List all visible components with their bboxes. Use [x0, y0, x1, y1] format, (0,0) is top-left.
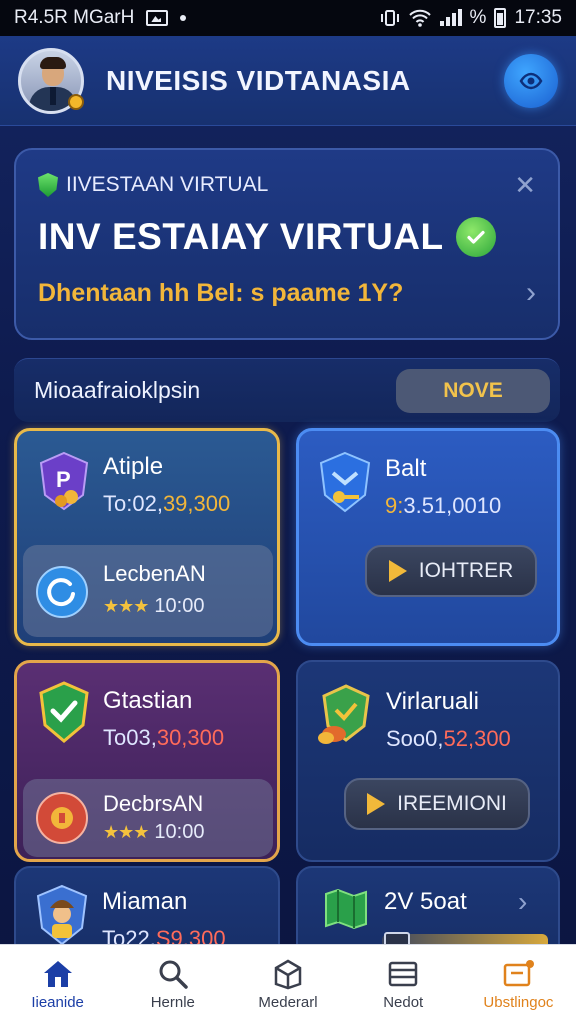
nav-label: Iieanide: [31, 994, 84, 1011]
card-value-prefix: 9:: [385, 493, 404, 518]
play-button[interactable]: IOHTRER: [365, 545, 537, 597]
card-name: Atiple: [103, 453, 164, 480]
card-name: Gtastian: [103, 687, 193, 714]
section-title: Mioaafraioklpsin: [34, 377, 201, 403]
check-icon: [455, 217, 496, 257]
nav-item-package[interactable]: Mederarl: [230, 945, 345, 1024]
shield-icon: [38, 173, 58, 197]
nav-item-home[interactable]: Iieanide: [0, 945, 115, 1024]
card-name: Miaman: [102, 888, 188, 915]
play-button[interactable]: IREEMIONI: [344, 778, 530, 830]
card-value-prefix: To:02,: [103, 491, 163, 516]
card-sub-panel: LecbenAN ★★★ 10:00: [23, 545, 273, 637]
now-button[interactable]: NOVE: [396, 368, 550, 413]
card-value: 3.51,0010: [403, 493, 502, 518]
nav-label: Nedot: [383, 994, 424, 1011]
wallet-icon: [504, 960, 535, 987]
list-icon: [388, 961, 418, 987]
character-icon: [36, 884, 88, 946]
map-icon: [325, 888, 367, 930]
play-button-label: IREEMIONI: [397, 792, 507, 815]
banner-subtitle: Dhentaan hh Bel: s paame 1Y?: [38, 278, 404, 307]
card-value: 30,300: [156, 725, 225, 750]
chevron-right-icon[interactable]: ›: [518, 886, 527, 918]
nav-item-wallet[interactable]: Ubstlingoc: [461, 945, 576, 1024]
refresh-icon: [36, 566, 88, 618]
sub-name: LecbenAN: [103, 561, 206, 586]
app-header: NIVEISIS VIDTANASIA: [0, 36, 576, 126]
play-icon: [388, 560, 407, 582]
dot-icon: [180, 15, 187, 21]
nav-item-search[interactable]: Hernle: [115, 945, 230, 1024]
card-name: Balt: [385, 455, 427, 482]
play-icon: [367, 793, 386, 815]
nav-label: Mederarl: [258, 994, 318, 1011]
card-value-prefix: Soo0,: [386, 726, 444, 751]
nav-item-list[interactable]: Nedot: [346, 945, 461, 1024]
bottom-nav: Iieanide Hernle Mederarl Nedot Ubstlingo…: [0, 944, 576, 1024]
nav-label: Hernle: [150, 994, 195, 1011]
page-title: NIVEISIS VIDTANASIA: [106, 64, 411, 96]
banner-label: IIVESTAAN VIRTUAL: [66, 173, 269, 196]
eye-button[interactable]: [504, 53, 558, 108]
carrier-text: R4.5R MGarH: [14, 7, 135, 28]
card-name: Virlaruali: [386, 688, 479, 715]
section-header: Mioaafraioklpsin NOVE: [14, 358, 560, 422]
shield-check-icon: [39, 681, 89, 743]
percent-icon: %: [469, 7, 487, 28]
close-icon[interactable]: ✕: [514, 172, 536, 198]
sub-value: 10:00: [154, 595, 205, 617]
nav-label: Ubstlingoc: [483, 994, 554, 1011]
card-value: 52,300: [443, 726, 511, 751]
signal-icon: [439, 9, 462, 26]
package-icon: [274, 959, 302, 990]
card-sub-panel: DecbrsAN ★★★ 10:00: [23, 779, 273, 857]
home-icon: [43, 961, 72, 987]
banner-heading: INV ESTAIAY VIRTUAL: [38, 216, 444, 257]
investment-card[interactable]: Virlaruali Soo0,52,300 IREEMIONI: [296, 660, 560, 862]
search-icon: [159, 960, 188, 989]
status-bar: R4.5R MGarH % 17:35: [0, 0, 576, 36]
badge-icon: P: [39, 451, 89, 511]
medal-icon: [36, 792, 88, 844]
card-name: 2V 5oat: [384, 888, 467, 915]
battery-icon: [494, 8, 507, 28]
image-icon: [146, 10, 169, 26]
sub-name: DecbrsAN: [103, 791, 204, 816]
card-value-prefix: To03,: [103, 725, 157, 750]
sub-value: 10:00: [154, 821, 205, 843]
play-button-label: IOHTRER: [418, 559, 514, 582]
investment-card[interactable]: Balt 9:3.51,0010 IOHTRER: [296, 428, 560, 646]
card-value: 39,300: [162, 491, 231, 516]
app-screen: R4.5R MGarH % 17:35 NIVEISIS VIDTANASIA …: [0, 0, 576, 1024]
coin-badge-icon: [68, 94, 84, 110]
promo-banner[interactable]: IIVESTAAN VIRTUAL ✕ INV ESTAIAY VIRTUAL …: [14, 148, 560, 340]
eye-icon: [519, 72, 543, 89]
svg-text:P: P: [56, 467, 71, 492]
rating-stars: ★★★: [103, 596, 149, 616]
investment-card[interactable]: Gtastian To03,30,300 DecbrsAN ★★★ 10:00: [14, 660, 280, 862]
chevron-right-icon[interactable]: ›: [526, 276, 536, 310]
investment-card[interactable]: P Atiple To:02,39,300 LecbenAN ★★★ 10:00: [14, 428, 280, 646]
wifi-icon: [408, 9, 431, 27]
shield-key-icon: [319, 451, 371, 513]
rating-stars: ★★★: [103, 822, 149, 842]
vibrate-icon: [380, 10, 399, 26]
status-time: 17:35: [514, 7, 562, 28]
shield-coins-icon: [318, 684, 370, 744]
